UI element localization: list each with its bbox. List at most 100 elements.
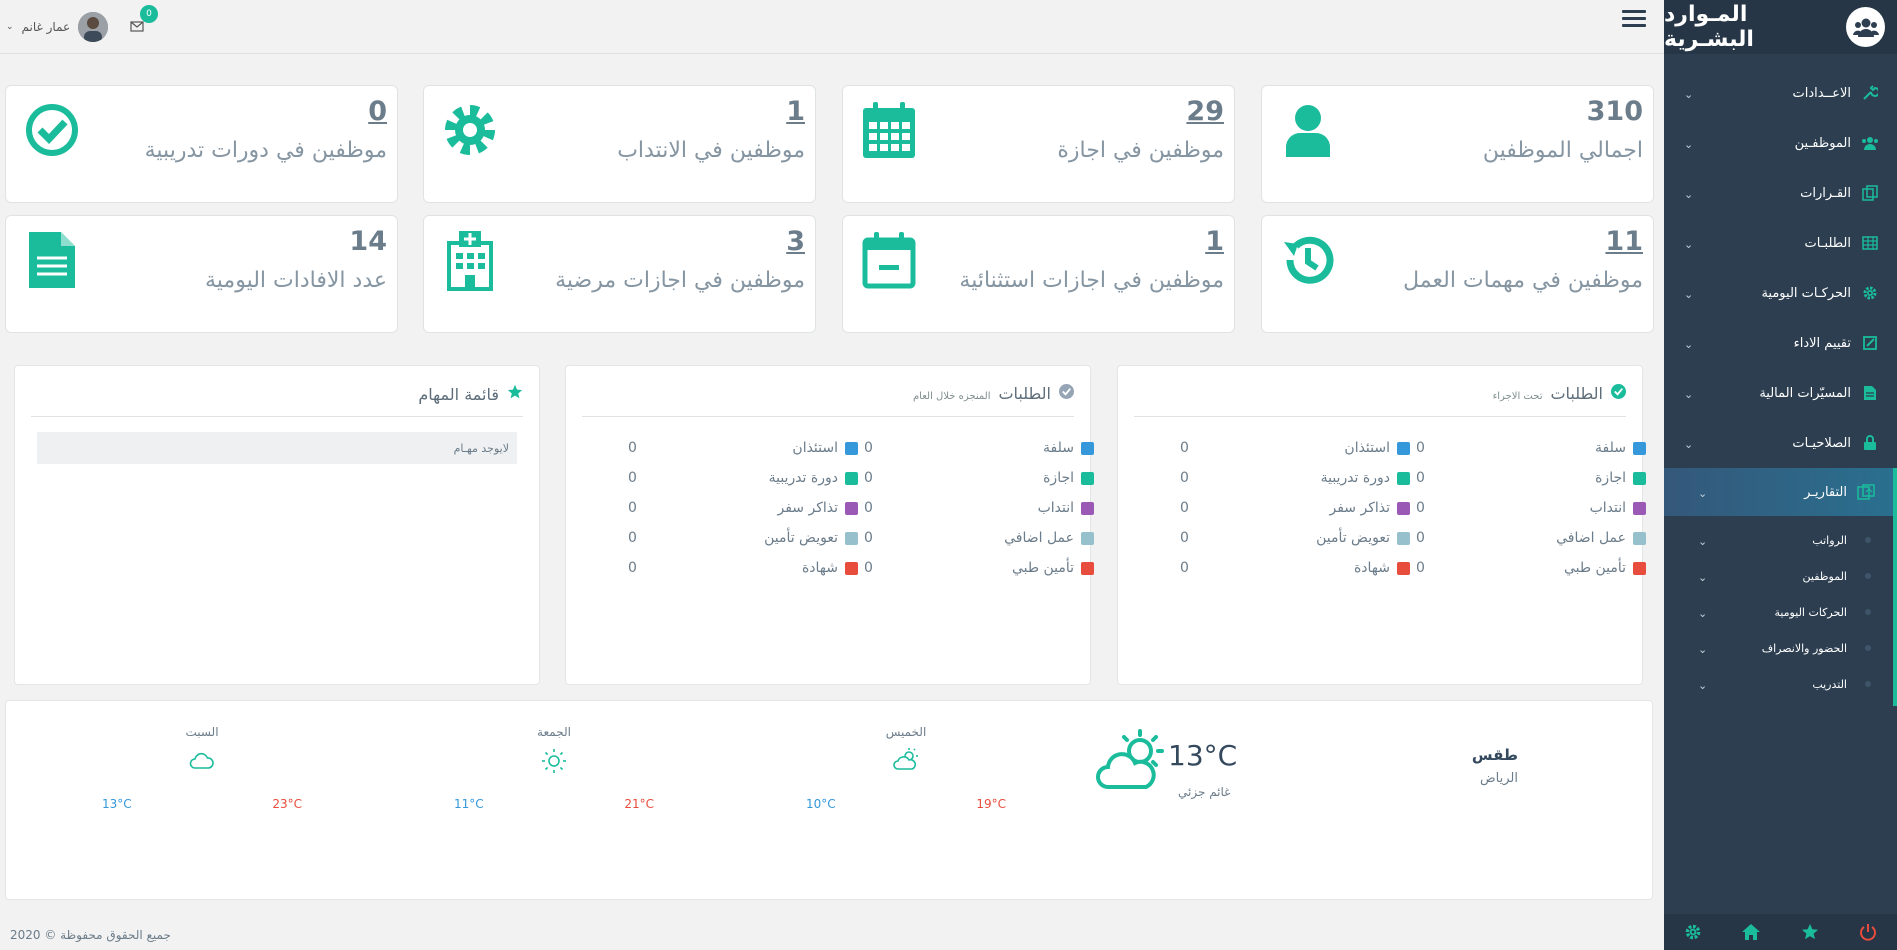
- sidebar-item-label: تقييم الاداء: [1793, 335, 1851, 351]
- document-icon: [1861, 384, 1879, 402]
- subnav-item-label: التدريب: [1812, 677, 1847, 691]
- color-swatch: [1397, 502, 1410, 515]
- users-icon: [1846, 7, 1885, 47]
- request-row: استئذان 0: [628, 440, 858, 458]
- sidebar-item-requests[interactable]: ⌄ الطلبـات: [1664, 218, 1897, 268]
- subnav-item-employees[interactable]: ⌄ الموظفين: [1664, 558, 1893, 594]
- color-swatch: [1397, 562, 1410, 575]
- chevron-down-icon: ⌄: [1684, 288, 1694, 301]
- weather-city: الرياض: [1479, 771, 1518, 786]
- stat-label: موظفين في اجازات مرضية: [555, 268, 805, 293]
- sidebar-item-decisions[interactable]: ⌄ القـرارات: [1664, 168, 1897, 218]
- subnav-item-label: الرواتب: [1812, 533, 1847, 547]
- hamburger-menu-icon[interactable]: [1622, 10, 1646, 30]
- check-circle-icon: [24, 100, 80, 160]
- power-icon[interactable]: [1858, 922, 1878, 942]
- wrench-icon: [1861, 84, 1879, 102]
- chevron-down-icon: ⌄: [1684, 88, 1694, 101]
- sidebar-item-permissions[interactable]: ⌄ الصلاحيـات: [1664, 418, 1897, 468]
- hospital-icon: [442, 230, 498, 291]
- sidebar-item-label: الطلبـات: [1804, 235, 1851, 251]
- request-row: تعويض تأمين 0: [1180, 530, 1410, 548]
- stat-card-training[interactable]: 0 موظفين في دورات تدريبية: [5, 85, 398, 203]
- color-swatch: [1633, 562, 1646, 575]
- forecast-day: السبت 23°C 13°C: [102, 725, 302, 825]
- stat-value[interactable]: 3: [786, 226, 805, 257]
- panel-subtitle: تحت الاجراء: [1492, 391, 1543, 402]
- check-circle-icon: [1611, 384, 1626, 403]
- stat-card-total-employees[interactable]: 310 اجمالي الموظفين: [1261, 85, 1654, 203]
- sidebar-item-reports[interactable]: ⌄ التقاريـر: [1664, 468, 1897, 516]
- stat-value[interactable]: 29: [1186, 96, 1224, 127]
- request-count: 0: [1180, 530, 1189, 546]
- request-row: دورة تدريبية 0: [628, 470, 858, 488]
- stat-card-work-missions[interactable]: 11 موظفين في مهمات العمل: [1261, 215, 1654, 333]
- request-type-label: تذاكر سفر: [1329, 500, 1390, 516]
- sidebar-item-label: الموظفـين: [1794, 135, 1851, 151]
- forecast-low: 13°C: [102, 797, 132, 811]
- bullet-icon: [1865, 609, 1871, 615]
- stat-value[interactable]: 1: [1205, 226, 1224, 257]
- stat-value[interactable]: 11: [1605, 226, 1643, 257]
- sidebar-item-payroll[interactable]: ⌄ المسيّرات المالية: [1664, 368, 1897, 418]
- subnav-item-label: الموظفين: [1802, 569, 1847, 583]
- color-swatch: [1633, 442, 1646, 455]
- stat-value[interactable]: 1: [786, 96, 805, 127]
- stat-card-daily-statements[interactable]: 14 عدد الافادات اليومية: [5, 215, 398, 333]
- stat-card-secondment[interactable]: 1 موظفين في الانتداب: [423, 85, 816, 203]
- gear-icon: [1861, 284, 1879, 302]
- user-menu[interactable]: ⌄ عمار غانم: [6, 12, 109, 42]
- request-count: 0: [1416, 500, 1425, 516]
- star-icon[interactable]: [1800, 922, 1820, 942]
- chevron-down-icon: ⌄: [1684, 238, 1694, 251]
- tasks-panel: قائمة المهام لايوجد مهـام: [14, 365, 540, 685]
- panel-title: الطلبات: [1550, 384, 1603, 403]
- brand[interactable]: المـوارد البشـرية: [1664, 0, 1897, 54]
- avatar[interactable]: [78, 12, 109, 42]
- request-count: 0: [1416, 470, 1425, 486]
- panel-header: الطلبات تحت الاجراء: [1493, 384, 1626, 403]
- forecast-high: 19°C: [976, 797, 1006, 811]
- bullet-icon: [1865, 537, 1871, 543]
- forecast-day-name: الجمعة: [537, 725, 571, 739]
- gear-icon[interactable]: [1683, 922, 1703, 942]
- subnav-item-attendance[interactable]: ⌄ الحضور والانصراف: [1664, 630, 1893, 666]
- sidebar-item-settings[interactable]: ⌄ الاعــدادات: [1664, 68, 1897, 118]
- request-type-label: انتداب: [1037, 500, 1074, 516]
- stat-card-exceptional-leave[interactable]: 1 موظفين في اجازات استثنائية: [842, 215, 1235, 333]
- sidebar-footer: [1664, 914, 1897, 950]
- sidebar-item-label: الصلاحيـات: [1792, 435, 1851, 451]
- request-count: 0: [1416, 530, 1425, 546]
- request-count: 0: [1180, 470, 1189, 486]
- request-type-label: دورة تدريبية: [1320, 470, 1390, 486]
- sidebar-item-performance[interactable]: ⌄ تقييم الاداء: [1664, 318, 1897, 368]
- stat-label: موظفين في الانتداب: [617, 138, 805, 163]
- subnav-item-salaries[interactable]: ⌄ الرواتب: [1664, 522, 1893, 558]
- subnav-item-daily-movements[interactable]: ⌄ الحركات اليومية: [1664, 594, 1893, 630]
- request-count: 0: [628, 560, 637, 576]
- request-count: 0: [628, 530, 637, 546]
- chevron-down-icon: ⌄: [1698, 643, 1708, 656]
- footer-copyright: جميع الحقوق محفوظة © 2020: [10, 928, 171, 942]
- stat-card-on-leave[interactable]: 29 موظفين في اجازة: [842, 85, 1235, 203]
- request-count: 0: [864, 500, 873, 516]
- sidebar-nav: ⌄ الاعــدادات ⌄ الموظفـين ⌄ القـرارات ⌄ …: [1664, 68, 1897, 706]
- request-row: تعويض تأمين 0: [628, 530, 858, 548]
- file-icon: [24, 230, 80, 290]
- request-count: 0: [864, 560, 873, 576]
- stat-label: اجمالي الموظفين: [1482, 138, 1643, 163]
- stat-card-sick-leave[interactable]: 3 موظفين في اجازات مرضية: [423, 215, 816, 333]
- subnav-item-training[interactable]: ⌄ التدريب: [1664, 666, 1893, 702]
- request-count: 0: [1416, 560, 1425, 576]
- stat-value[interactable]: 0: [368, 96, 387, 127]
- brand-title: المـوارد البشـرية: [1664, 2, 1754, 52]
- request-type-label: تعويض تأمين: [1316, 530, 1390, 546]
- bullet-icon: [1865, 645, 1871, 651]
- gear-icon: [442, 100, 498, 160]
- sidebar-item-employees[interactable]: ⌄ الموظفـين: [1664, 118, 1897, 168]
- panel-title: الطلبات: [998, 384, 1051, 403]
- sidebar-item-daily-movements[interactable]: ⌄ الحركـات اليومية: [1664, 268, 1897, 318]
- home-icon[interactable]: [1741, 922, 1761, 942]
- chevron-down-icon: ⌄: [1684, 338, 1694, 351]
- color-swatch: [1081, 532, 1094, 545]
